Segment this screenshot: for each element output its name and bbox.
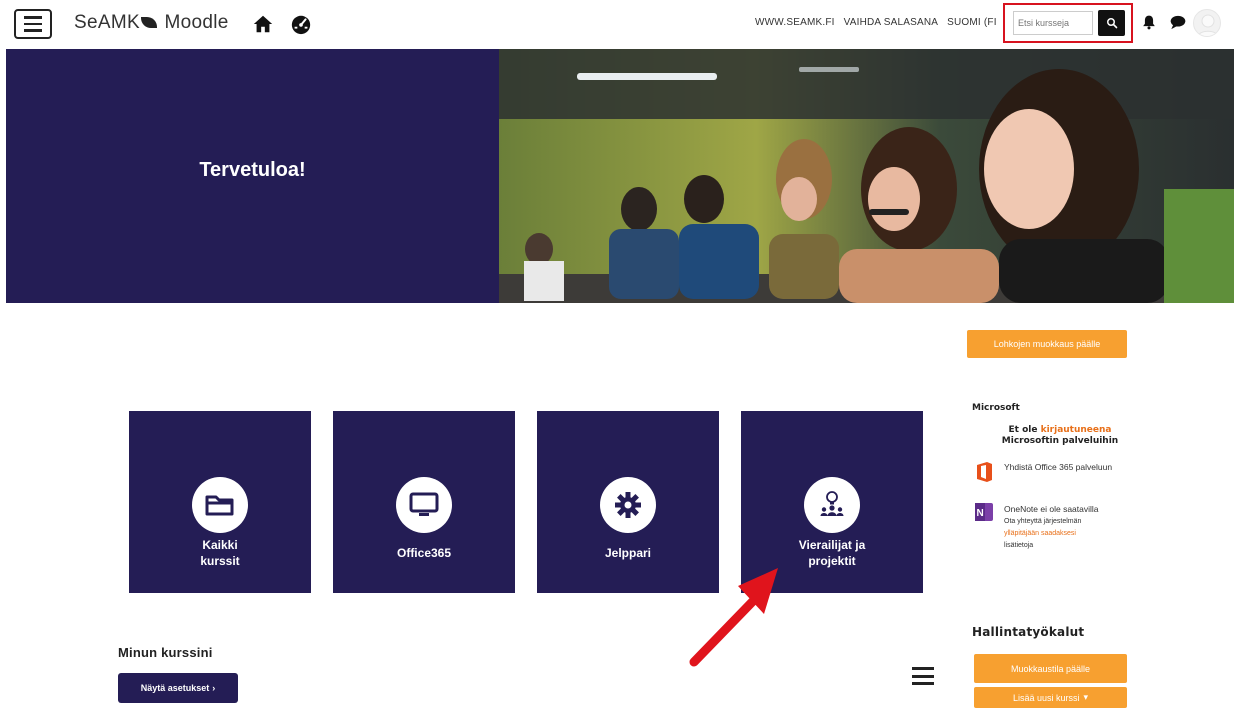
brand-name-right: Moodle bbox=[164, 12, 229, 33]
search-button[interactable] bbox=[1098, 10, 1125, 36]
link-change-password[interactable]: VAIHDA SALASANA bbox=[844, 17, 939, 28]
brand-name-left: SeAMK bbox=[74, 12, 140, 33]
add-course-button[interactable]: Lisää uusi kurssi ▾ bbox=[974, 687, 1127, 708]
menu-toggle-button[interactable] bbox=[14, 9, 52, 39]
contact-admin-link[interactable]: ylläpitäjään saadaksesi bbox=[1004, 530, 1076, 537]
language-menu[interactable]: SUOMI (FI bbox=[947, 17, 997, 28]
office-icon bbox=[977, 462, 992, 482]
list-view-icon[interactable] bbox=[912, 667, 934, 685]
site-logo[interactable]: SeAMK Moodle bbox=[74, 12, 229, 34]
onenote-line: lisätietoja bbox=[1004, 542, 1034, 549]
top-navbar: SeAMK Moodle WWW.SEAMK.FI VAIHDA SALASAN… bbox=[0, 0, 1234, 48]
notice-text: Et ole bbox=[1008, 425, 1038, 435]
user-icon bbox=[1197, 14, 1219, 36]
tile-office365[interactable]: Office365 bbox=[333, 411, 515, 593]
leaf-icon bbox=[140, 17, 157, 28]
my-courses-heading: Minun kurssini bbox=[118, 645, 213, 660]
onenote-line: Ota yhteyttä järjestelmän bbox=[1004, 518, 1082, 525]
microsoft-login-notice: Et ole kirjautuneena Microsoftin palvelu… bbox=[975, 425, 1145, 447]
list-icon-line bbox=[912, 674, 934, 678]
link-seamk[interactable]: WWW.SEAMK.FI bbox=[755, 17, 835, 28]
search-icon bbox=[1106, 18, 1117, 29]
welcome-title: Tervetuloa! bbox=[199, 159, 306, 181]
onenote-title: OneNote ei ole saatavilla bbox=[1004, 504, 1099, 514]
folder-icon bbox=[205, 495, 234, 516]
course-search-highlight bbox=[1003, 3, 1133, 43]
hero-photo-students bbox=[499, 49, 1234, 303]
chat-icon[interactable] bbox=[1170, 15, 1186, 30]
microsoft-block-title: Microsoft bbox=[972, 403, 1020, 413]
edit-blocks-button[interactable]: Lohkojen muokkaus päälle bbox=[967, 330, 1127, 358]
tile-icon-circle bbox=[192, 477, 248, 533]
onenote-row: N OneNote ei ole saatavilla Ota yhteyttä… bbox=[975, 503, 1135, 573]
tile-label-office365: Office365 bbox=[396, 546, 452, 560]
svg-text:N: N bbox=[977, 508, 984, 519]
monitor-icon bbox=[409, 492, 439, 516]
tile-label-jelppari: Jelppari bbox=[604, 546, 652, 560]
course-search-input[interactable] bbox=[1013, 11, 1093, 35]
onenote-info: OneNote ei ole saatavilla Ota yhteyttä j… bbox=[1004, 503, 1124, 552]
menu-icon-line bbox=[24, 16, 42, 19]
tile-all-courses[interactable]: Kaikki kurssit bbox=[129, 411, 311, 593]
home-icon[interactable] bbox=[252, 13, 274, 35]
caret-down-icon: ▾ bbox=[1083, 692, 1089, 702]
nav-links: WWW.SEAMK.FI VAIHDA SALASANA SUOMI (FI bbox=[755, 17, 1003, 28]
admin-tools-heading: Hallintatyökalut bbox=[972, 625, 1085, 639]
tile-label-line: Kaikki bbox=[202, 538, 238, 552]
students-photo bbox=[499, 49, 1234, 303]
connect-office365-link[interactable]: Yhdistä Office 365 palveluun bbox=[1004, 461, 1124, 474]
chevron-right-icon: › bbox=[212, 683, 216, 693]
tile-icon-circle bbox=[600, 477, 656, 533]
tile-label-line: kurssit bbox=[200, 554, 240, 568]
welcome-banner: Tervetuloa! bbox=[6, 49, 499, 303]
tile-label-line: Vierailijat ja bbox=[798, 538, 866, 552]
show-settings-button[interactable]: Näytä asetukset › bbox=[118, 673, 238, 703]
tile-label-all-courses: Kaikki kurssit bbox=[129, 537, 311, 569]
dashboard-icon[interactable] bbox=[290, 13, 312, 35]
gear-icon bbox=[615, 492, 641, 518]
bell-icon[interactable] bbox=[1142, 14, 1156, 30]
onenote-line: ylläpitäjään saadaksesi bbox=[1004, 528, 1124, 540]
edit-mode-button[interactable]: Muokkaustila päälle bbox=[974, 654, 1127, 683]
connect-office365-row[interactable]: Yhdistä Office 365 palveluun bbox=[975, 461, 1135, 491]
notice-link[interactable]: kirjautuneena bbox=[1041, 425, 1112, 435]
show-settings-label: Näytä asetukset bbox=[140, 683, 210, 693]
list-icon-line bbox=[912, 682, 934, 685]
onenote-icon: N bbox=[975, 503, 993, 521]
user-avatar[interactable] bbox=[1193, 9, 1221, 37]
annotation-arrow bbox=[689, 568, 778, 667]
list-icon-line bbox=[912, 667, 934, 670]
tile-icon-circle bbox=[396, 477, 452, 533]
tile-icon-circle bbox=[804, 477, 860, 533]
notice-text: Microsoftin palveluihin bbox=[1001, 436, 1119, 446]
menu-icon-line bbox=[24, 29, 42, 32]
people-idea-icon bbox=[820, 491, 844, 516]
add-course-label: Lisää uusi kurssi bbox=[1012, 692, 1080, 703]
menu-icon-line bbox=[24, 22, 42, 26]
